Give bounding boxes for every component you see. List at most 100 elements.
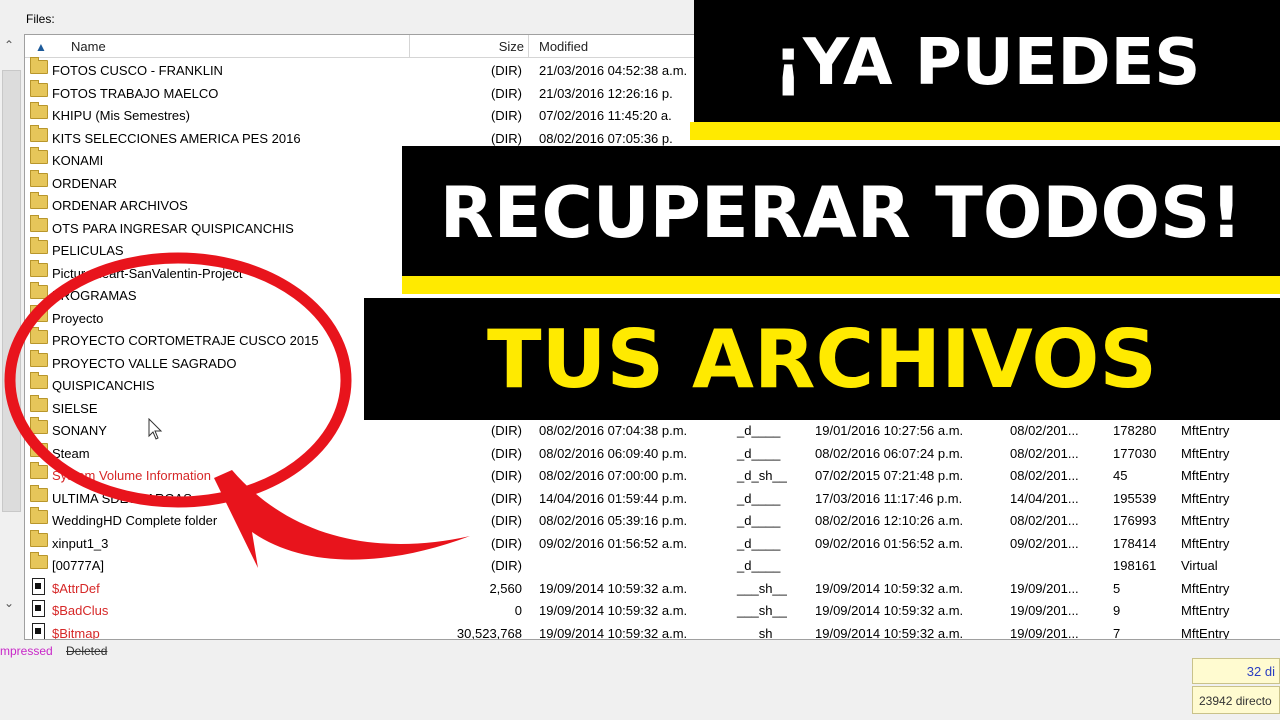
cell-modified: 08/02/2016 07:04:38 p.m. bbox=[539, 423, 688, 438]
banner-yellow-line bbox=[690, 122, 1280, 140]
folder-icon bbox=[30, 237, 48, 254]
cell-modified: 08/02/2016 05:39:16 p.m. bbox=[539, 513, 688, 528]
folder-icon bbox=[30, 169, 48, 187]
cell-size: (DIR) bbox=[490, 423, 522, 438]
cell-accessed: 08/02/201... bbox=[1010, 445, 1079, 461]
cell-created: 09/02/2016 01:56:52 a.m. bbox=[815, 535, 964, 551]
file-name: ORDENAR bbox=[52, 175, 118, 191]
table-row[interactable]: xinput1_3 (DIR) 09/02/2016 01:56:52 a.m. _d… bbox=[25, 529, 1280, 556]
cell-size: (DIR) bbox=[490, 445, 522, 461]
file-name: PictureHeart-SanValentin-Project bbox=[52, 265, 243, 281]
cell-size: (DIR) bbox=[490, 108, 522, 123]
cell-created: 19/09/2014 10:59:32 a.m. bbox=[815, 603, 964, 618]
cell-modified: 14/04/2016 01:59:44 p.m. bbox=[539, 490, 688, 506]
cell-accessed: 19/09/201... bbox=[1010, 603, 1079, 618]
cell-size: (DIR) bbox=[490, 468, 522, 483]
cell-attr: _d_sh__ bbox=[737, 468, 787, 483]
file-name: ORDENAR ARCHIVOS bbox=[52, 198, 188, 213]
file-icon bbox=[32, 622, 45, 639]
cell-created: 07/02/2015 07:21:48 p.m. bbox=[815, 468, 964, 483]
cell-size: 0 bbox=[514, 603, 522, 618]
folder-icon bbox=[30, 259, 48, 277]
mouse-cursor-icon bbox=[148, 418, 163, 440]
file-name: ULTIMA SDESCARGAS bbox=[52, 490, 192, 506]
cell-id: 9 bbox=[1113, 603, 1121, 618]
file-name: QUISPICANCHIS bbox=[52, 378, 155, 393]
banner-yellow-line bbox=[402, 276, 1280, 294]
folder-icon bbox=[30, 417, 48, 434]
cell-size: (DIR) bbox=[490, 490, 522, 506]
cell-type: MftEntry bbox=[1181, 423, 1230, 438]
banner-line-3: TUS ARCHIVOS bbox=[364, 298, 1280, 420]
scrollbar-thumb[interactable] bbox=[2, 70, 21, 512]
table-row[interactable]: [00777A] (DIR) _d____ 198161 Virtual bbox=[25, 552, 1280, 578]
cell-accessed: 08/02/201... bbox=[1010, 513, 1079, 528]
cell-accessed: 08/02/201... bbox=[1010, 468, 1079, 483]
table-row[interactable]: $AttrDef 2,560 19/09/2014 10:59:32 a.m. ___… bbox=[25, 577, 1280, 601]
banner-line-2: RECUPERAR TODOS! bbox=[402, 146, 1280, 276]
cell-attr: ___sh__ bbox=[737, 580, 787, 596]
folder-icon bbox=[30, 282, 48, 299]
file-name: Proyecto bbox=[52, 310, 104, 326]
banner-line-1: ¡YA PUEDES bbox=[694, 0, 1280, 122]
folder-icon bbox=[30, 507, 48, 524]
cell-modified: 08/02/2016 06:09:40 p.m. bbox=[539, 445, 688, 461]
cell-id: 195539 bbox=[1113, 490, 1157, 506]
directory-count-badge: 23942 directo bbox=[1192, 686, 1280, 714]
folder-icon bbox=[30, 394, 48, 412]
scroll-down-icon[interactable]: ⌄ bbox=[4, 596, 14, 610]
file-name: $Bitmap bbox=[52, 625, 100, 640]
vertical-scrollbar[interactable]: ⌃ ⌄ bbox=[0, 34, 22, 638]
scroll-up-icon[interactable]: ⌃ bbox=[4, 38, 14, 52]
cell-type: MftEntry bbox=[1181, 513, 1230, 528]
file-name: SONANY bbox=[52, 423, 107, 438]
file-name: $AttrDef bbox=[52, 580, 100, 596]
file-name: PROGRAMAS bbox=[52, 288, 137, 303]
cell-attr: _d____ bbox=[737, 423, 781, 438]
column-header-name[interactable]: ▲ Name bbox=[25, 35, 410, 57]
cell-size: (DIR) bbox=[490, 558, 522, 573]
cell-id: 178414 bbox=[1113, 535, 1157, 551]
cell-created: 17/03/2016 11:17:46 p.m. bbox=[815, 490, 963, 506]
cell-modified: 08/02/2016 07:00:00 p.m. bbox=[539, 468, 688, 483]
file-name: [00777A] bbox=[52, 558, 105, 573]
cell-created: 19/09/2014 10:59:32 a.m. bbox=[815, 625, 964, 640]
table-row[interactable]: $Bitmap 30,523,768 19/09/2014 10:59:32 a.m… bbox=[25, 622, 1280, 640]
cell-type: Virtual bbox=[1181, 558, 1218, 573]
table-row[interactable]: $BadClus 0 19/09/2014 10:59:32 a.m. ___sh__… bbox=[25, 600, 1280, 623]
table-row[interactable]: WeddingHD Complete folder (DIR) 08/02/2016… bbox=[25, 507, 1280, 533]
cell-attr: _d____ bbox=[737, 558, 781, 573]
cell-attr: _d____ bbox=[737, 513, 781, 528]
file-name: $BadClus bbox=[52, 603, 109, 618]
folder-icon bbox=[30, 372, 48, 389]
table-row[interactable]: System Volume Information (DIR) 08/02/2016… bbox=[25, 462, 1280, 488]
cell-size: (DIR) bbox=[490, 85, 522, 101]
file-name: xinput1_3 bbox=[52, 535, 109, 551]
cell-modified: 19/09/2014 10:59:32 a.m. bbox=[539, 580, 688, 596]
folder-icon bbox=[30, 304, 48, 322]
file-name: KONAMI bbox=[52, 153, 104, 168]
cell-id: 198161 bbox=[1113, 558, 1157, 573]
cell-modified: 09/02/2016 01:56:52 a.m. bbox=[539, 535, 688, 551]
status-compressed: mpressed bbox=[0, 644, 53, 658]
cell-attr: ___sh__ bbox=[737, 603, 787, 618]
cell-accessed: 09/02/201... bbox=[1010, 535, 1079, 551]
cell-created: 19/01/2016 10:27:56 a.m. bbox=[815, 423, 964, 438]
column-header-size[interactable]: Size bbox=[410, 35, 529, 57]
sort-up-icon: ▲ bbox=[35, 40, 47, 54]
table-row[interactable]: SONANY (DIR) 08/02/2016 07:04:38 p.m. _d___… bbox=[25, 417, 1280, 443]
cell-type: MftEntry bbox=[1181, 490, 1230, 506]
file-name: FOTOS TRABAJO MAELCO bbox=[52, 85, 219, 101]
file-name: System Volume Information bbox=[52, 468, 211, 483]
status-deleted: Deleted bbox=[66, 644, 108, 658]
cell-accessed: 19/09/201... bbox=[1010, 625, 1079, 640]
cell-size: (DIR) bbox=[490, 513, 522, 528]
table-row[interactable]: ULTIMA SDESCARGAS (DIR) 14/04/2016 01:59:4… bbox=[25, 484, 1280, 511]
folder-icon bbox=[30, 327, 48, 344]
folder-icon bbox=[30, 214, 48, 232]
file-name: PROYECTO CORTOMETRAJE CUSCO 2015 bbox=[52, 333, 319, 348]
table-row[interactable]: Steam (DIR) 08/02/2016 06:09:40 p.m. _d____… bbox=[25, 439, 1280, 466]
cell-modified: 19/09/2014 10:59:32 a.m. bbox=[539, 625, 688, 640]
folder-icon bbox=[30, 79, 48, 97]
cell-attr: _d____ bbox=[737, 445, 781, 461]
